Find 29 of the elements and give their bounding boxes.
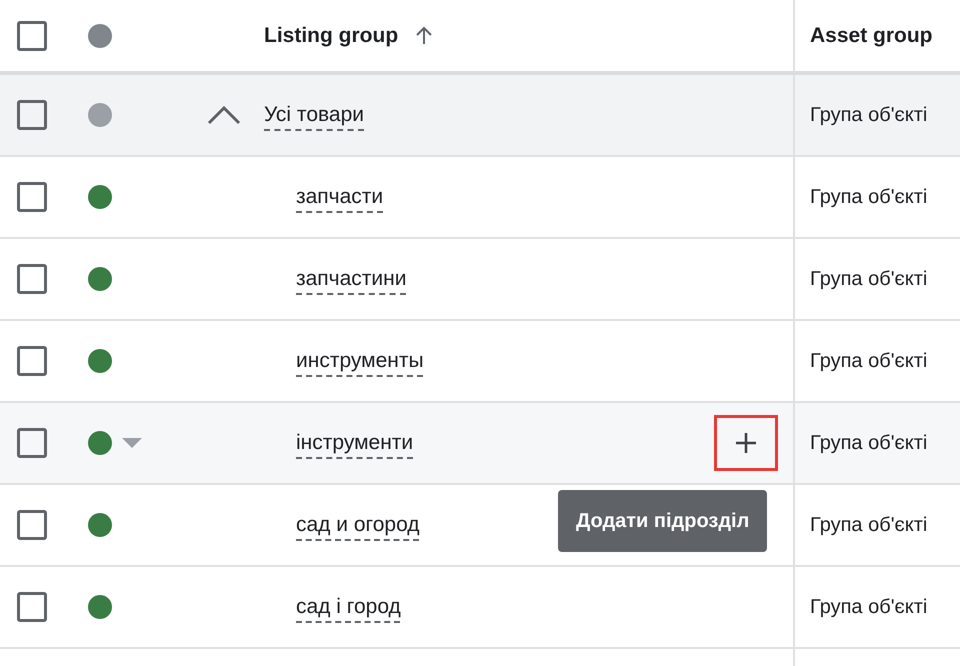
status-dot — [88, 24, 112, 48]
checkbox[interactable] — [17, 20, 47, 50]
tooltip: Додати підрозділ — [558, 490, 768, 552]
checkbox[interactable] — [17, 182, 47, 212]
checkbox[interactable] — [17, 428, 47, 458]
checkbox[interactable] — [17, 346, 47, 376]
checkbox[interactable] — [17, 592, 47, 622]
listing-group-link[interactable]: інструменти — [296, 431, 414, 455]
add-button[interactable] — [714, 415, 778, 471]
asset-group-cell: Група об'єкті — [810, 432, 928, 454]
chevron-icon[interactable] — [207, 105, 241, 125]
checkbox[interactable] — [17, 100, 47, 130]
listing-group-link[interactable]: запчасти — [296, 185, 384, 209]
asset-group-cell: Група об'єкті — [810, 350, 928, 372]
asset-group-cell: Група об'єкті — [810, 514, 928, 536]
asset-group-cell: Група об'єкті — [810, 186, 928, 208]
listing-group-link[interactable]: запчастини — [296, 267, 406, 291]
plus-icon — [734, 431, 758, 455]
checkbox[interactable] — [17, 510, 47, 540]
listing-group-link[interactable]: сад и огород — [296, 513, 420, 537]
asset-group-cell: Група об'єкті — [810, 104, 928, 126]
listing-group-link[interactable]: Усі товари — [264, 103, 364, 127]
column-header[interactable]: Asset group — [810, 24, 933, 48]
asset-group-cell: Група об'єкті — [810, 596, 928, 618]
listing-group-link[interactable]: сад і город — [296, 595, 401, 619]
column-header[interactable]: Listing group — [264, 24, 398, 48]
checkbox[interactable] — [17, 264, 47, 294]
asset-group-cell: Група об'єкті — [810, 268, 928, 290]
listing-group-link[interactable]: инструменты — [296, 349, 424, 373]
